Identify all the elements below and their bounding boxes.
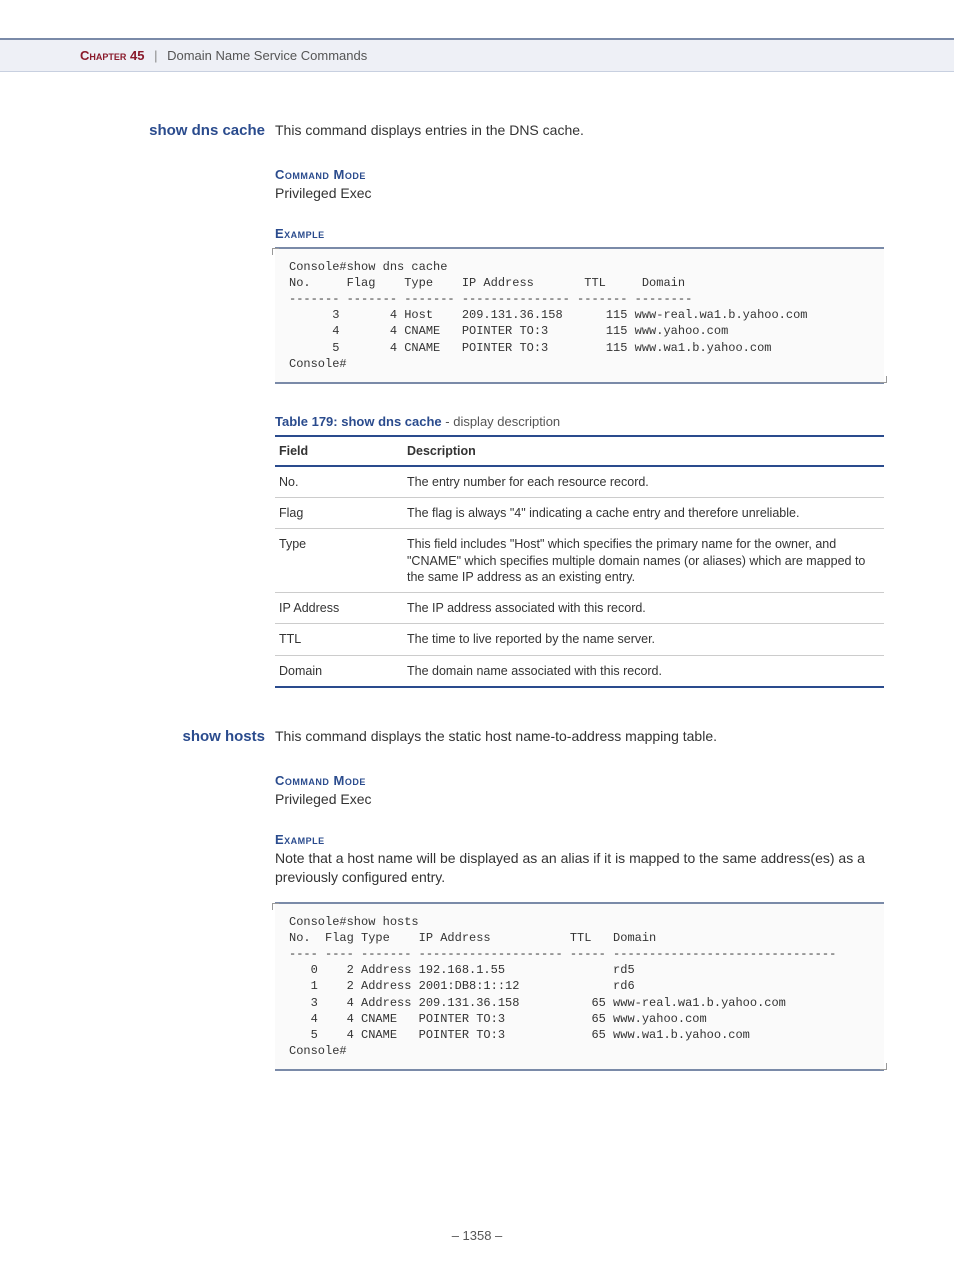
console-output: Console#show dns cache No. Flag Type IP … <box>275 249 884 382</box>
example-heading: Example <box>275 226 884 241</box>
table-row: TTL The time to live reported by the nam… <box>275 624 884 655</box>
page-header: Chapter 45 | Domain Name Service Command… <box>0 38 954 72</box>
table-row: Type This field includes "Host" which sp… <box>275 529 884 593</box>
console-output: Console#show hosts No. Flag Type IP Addr… <box>275 904 884 1070</box>
command-name: show hosts <box>80 728 275 745</box>
table-cell-field: Flag <box>275 498 403 529</box>
table-row: No. The entry number for each resource r… <box>275 466 884 498</box>
command-mode-heading: Command Mode <box>275 167 884 182</box>
chapter-label: Chapter 45 <box>80 48 144 63</box>
table-cell-desc: The time to live reported by the name se… <box>403 624 884 655</box>
command-heading-row: show dns cache This command displays ent… <box>80 122 884 139</box>
command-mode-text: Privileged Exec <box>275 790 884 810</box>
table-cell-desc: This field includes "Host" which specifi… <box>403 529 884 593</box>
page-number: – 1358 – <box>0 1228 954 1243</box>
table-cell-field: TTL <box>275 624 403 655</box>
table-cell-desc: The flag is always "4" indicating a cach… <box>403 498 884 529</box>
command-name: show dns cache <box>80 122 275 139</box>
table-cell-field: Domain <box>275 655 403 687</box>
table-cell-field: No. <box>275 466 403 498</box>
table-caption-subtitle: - display description <box>442 414 561 429</box>
table-cell-field: IP Address <box>275 593 403 624</box>
table-row: IP Address The IP address associated wit… <box>275 593 884 624</box>
chapter-title: Domain Name Service Commands <box>167 48 367 63</box>
chapter-separator: | <box>154 48 157 63</box>
console-output-block: Console#show hosts No. Flag Type IP Addr… <box>275 902 884 1072</box>
table-cell-desc: The domain name associated with this rec… <box>403 655 884 687</box>
table-header-field: Field <box>275 436 403 466</box>
table-caption-title: Table 179: show dns cache <box>275 414 442 429</box>
command-description: This command displays entries in the DNS… <box>275 122 584 138</box>
command-mode-heading: Command Mode <box>275 773 884 788</box>
table-cell-field: Type <box>275 529 403 593</box>
table-row: Flag The flag is always "4" indicating a… <box>275 498 884 529</box>
table-cell-desc: The IP address associated with this reco… <box>403 593 884 624</box>
table-header-description: Description <box>403 436 884 466</box>
example-heading: Example <box>275 832 884 847</box>
table-row: Domain The domain name associated with t… <box>275 655 884 687</box>
example-note: Note that a host name will be displayed … <box>275 849 884 888</box>
command-mode-text: Privileged Exec <box>275 184 884 204</box>
description-table: Field Description No. The entry number f… <box>275 435 884 688</box>
console-output-block: Console#show dns cache No. Flag Type IP … <box>275 247 884 384</box>
table-cell-desc: The entry number for each resource recor… <box>403 466 884 498</box>
command-description: This command displays the static host na… <box>275 728 717 744</box>
command-heading-row: show hosts This command displays the sta… <box>80 728 884 745</box>
table-caption: Table 179: show dns cache - display desc… <box>275 414 884 429</box>
